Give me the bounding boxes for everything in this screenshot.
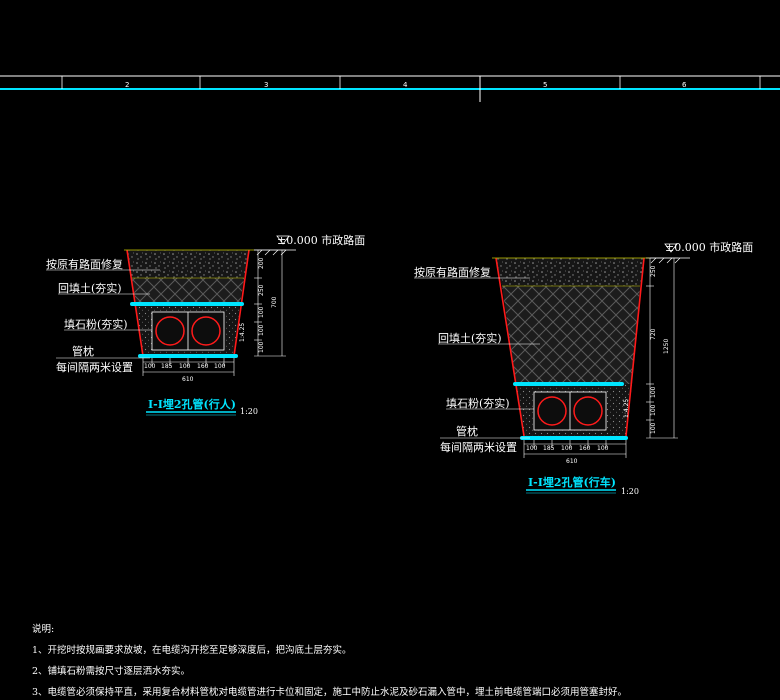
dimension-text: 160 (579, 445, 591, 452)
top-ruler: 2 3 4 5 6 (0, 75, 780, 102)
dimension-text: 100 (597, 445, 609, 452)
drawing-canvas: 2 3 4 5 6 ±0.000 市政路面 200 250 100 100 10… (0, 75, 780, 698)
note-item: 1、开挖时按规画要求放坡，在电缆沟开挖至足够深度后，把沟底土层夯实。 (32, 644, 352, 656)
dimension-text: 160 (197, 363, 209, 370)
scale-label: 1:20 (621, 487, 639, 496)
ruler-number: 2 (125, 81, 129, 89)
ruler-number: 3 (264, 81, 268, 89)
ruler-number: 6 (682, 81, 687, 89)
dimension-text: 100 (650, 404, 657, 416)
total-depth-dimension: 1250 (663, 339, 670, 354)
dimension-text: 100 (258, 306, 265, 318)
dimension-text: 250 (258, 284, 265, 296)
dimension-text: 720 (650, 328, 657, 340)
notes-heading: 说明: (32, 623, 54, 635)
section-title: I-I埋2孔管(行人) (148, 397, 236, 411)
dimension-text: 185 (543, 445, 555, 452)
restore-label: 按原有路面修复 (46, 257, 123, 271)
dimension-text: 100 (179, 363, 191, 370)
road-restore-layer (496, 258, 644, 286)
road-elevation-label: ±0.000 市政路面 (665, 240, 753, 254)
slope-ratio: 1:4.25 (239, 323, 246, 342)
dimension-text: 100 (526, 445, 538, 452)
gravel-label: 填石粉(夯实) (446, 396, 510, 410)
pillow-spacing-note: 每间隔两米设置 (56, 360, 133, 374)
dimension-text: 185 (161, 363, 173, 370)
scale-label: 1:20 (240, 407, 258, 416)
ruler-number: 4 (403, 81, 408, 89)
slope-ratio: 1:4.25 (623, 399, 630, 418)
note-item: 3、电缆管必须保持平直，采用复合材料管枕对电缆管进行卡位和固定，施工中防止水泥及… (32, 686, 627, 698)
pillow-spacing-note: 每间隔两米设置 (440, 440, 517, 454)
restore-label: 按原有路面修复 (414, 265, 491, 279)
dimension-text: 100 (650, 422, 657, 434)
notes-block: 说明: 1、开挖时按规画要求放坡，在电缆沟开挖至足够深度后，把沟底土层夯实。 2… (32, 623, 627, 698)
road-restore-layer (127, 250, 249, 278)
note-item: 2、铺填石粉需按尺寸逐层洒水夯实。 (32, 665, 190, 677)
dimension-text: 100 (650, 386, 657, 398)
total-depth-dimension: 700 (271, 296, 278, 308)
backfill-label: 回填土(夯实) (438, 331, 502, 345)
dimension-text: 100 (214, 363, 226, 370)
pipe-pillow-label: 管枕 (456, 424, 478, 438)
dimension-text: 200 (258, 257, 265, 269)
backfill-layer (132, 278, 244, 304)
section-title: I-I埋2孔管(行车) (528, 475, 616, 489)
backfill-label: 回填土(夯实) (58, 281, 122, 295)
section-pedestrian: ±0.000 市政路面 200 250 100 100 100 700 1:4.… (46, 233, 365, 416)
dimension-text: 100 (144, 363, 156, 370)
dimension-text: 100 (561, 445, 573, 452)
width-dimension: 610 (566, 458, 578, 465)
gravel-label: 填石粉(夯实) (64, 317, 128, 331)
dimension-text: 100 (258, 341, 265, 353)
section-vehicle: ±0.000 市政路面 250 720 100 100 100 1250 1:4… (414, 240, 753, 496)
dimension-text: 250 (650, 265, 657, 277)
pipe-pillow-label: 管枕 (72, 344, 94, 358)
width-dimension: 610 (182, 376, 194, 383)
backfill-layer (502, 286, 640, 384)
dimension-text: 100 (258, 324, 265, 336)
ruler-number: 5 (543, 81, 547, 89)
road-elevation-label: ±0.000 市政路面 (277, 233, 365, 247)
